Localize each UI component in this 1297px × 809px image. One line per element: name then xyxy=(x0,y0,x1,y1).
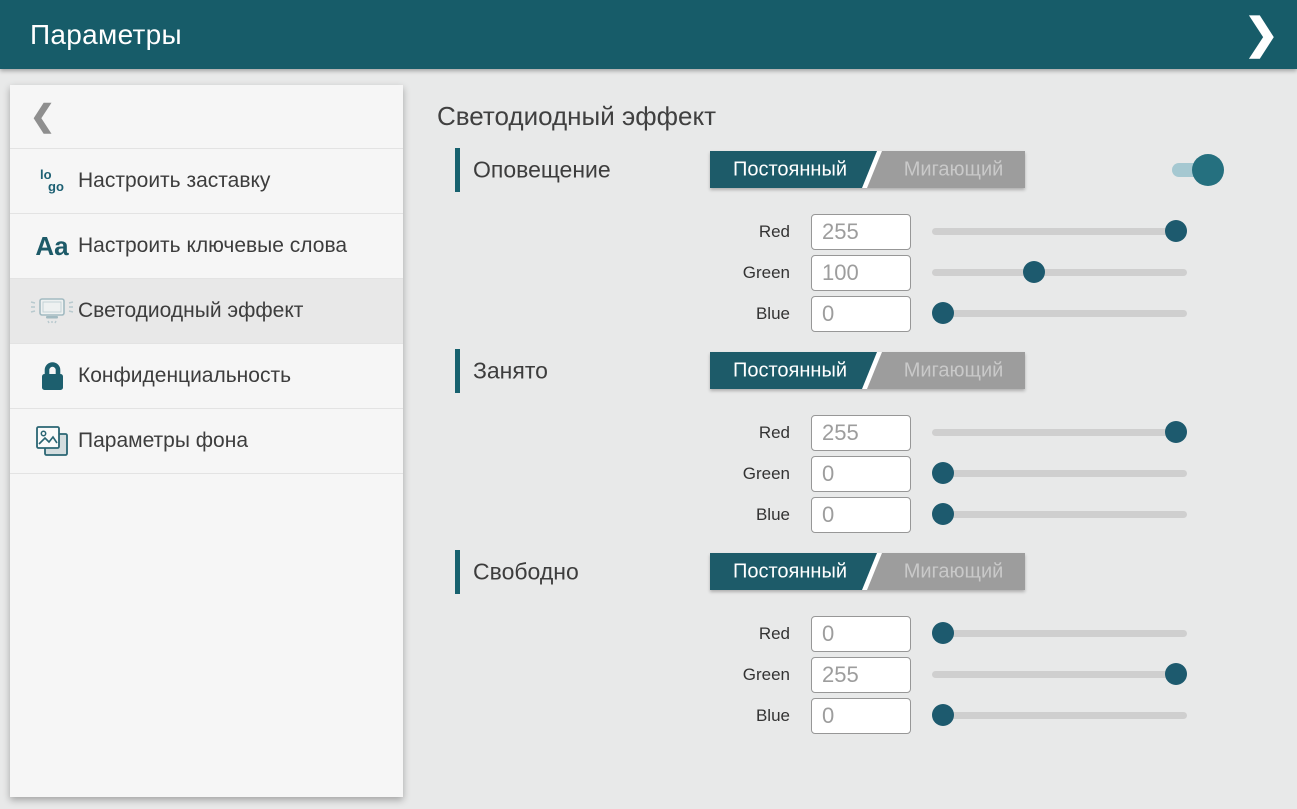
panel-title: Светодиодный эффект xyxy=(437,101,1297,133)
sidebar-back-button[interactable]: ❮ xyxy=(10,85,403,149)
blue-slider[interactable] xyxy=(932,511,1187,518)
settings-sidebar: ❮ logo Настроить заставку Aa Настроить к… xyxy=(10,85,403,797)
channel-label: Red xyxy=(690,222,790,242)
channel-label: Blue xyxy=(690,706,790,726)
mode-blinking-label[interactable]: Мигающий xyxy=(882,560,1025,583)
slider-thumb[interactable] xyxy=(1165,421,1187,443)
sidebar-item-label: Светодиодный эффект xyxy=(78,298,303,324)
blue-value-input[interactable] xyxy=(811,698,911,734)
led-display-icon xyxy=(26,295,78,327)
toggle-knob[interactable] xyxy=(1192,154,1224,186)
mode-constant-label[interactable]: Постоянный xyxy=(710,560,870,583)
mode-blinking-label[interactable]: Мигающий xyxy=(882,359,1025,382)
slider-thumb[interactable] xyxy=(1165,220,1187,242)
rgb-row-red: Red xyxy=(437,415,1297,451)
mode-segmented-control: Постоянный Мигающий xyxy=(710,553,1025,590)
channel-label: Green xyxy=(690,665,790,685)
section-label: Занято xyxy=(473,358,548,385)
section-label: Оповещение xyxy=(473,157,611,184)
rgb-row-green: Green xyxy=(437,456,1297,492)
green-value-input[interactable] xyxy=(811,657,911,693)
mode-segmented-control: Постоянный Мигающий xyxy=(710,352,1025,389)
section-accent-bar xyxy=(455,349,460,393)
mode-constant-label[interactable]: Постоянный xyxy=(710,158,870,181)
channel-label: Blue xyxy=(690,304,790,324)
rgb-row-blue: Blue xyxy=(437,698,1297,734)
rgb-row-red: Red xyxy=(437,616,1297,652)
page-title: Параметры xyxy=(30,19,182,51)
rgb-row-green: Green xyxy=(437,657,1297,693)
red-slider[interactable] xyxy=(932,228,1187,235)
rgb-row-red: Red xyxy=(437,214,1297,250)
slider-thumb[interactable] xyxy=(1165,663,1187,685)
section-accent-bar xyxy=(455,148,460,192)
section-busy: Занято Постоянный Мигающий Red Green xyxy=(437,349,1297,533)
led-effect-panel: Светодиодный эффект Оповещение Постоянны… xyxy=(437,85,1297,739)
section-notification: Оповещение Постоянный Мигающий Red Green xyxy=(437,148,1297,332)
sidebar-item-keywords[interactable]: Aa Настроить ключевые слова xyxy=(10,214,403,279)
red-value-input[interactable] xyxy=(811,415,911,451)
mode-constant-label[interactable]: Постоянный xyxy=(710,359,870,382)
blue-value-input[interactable] xyxy=(811,296,911,332)
chevron-left-icon: ❮ xyxy=(30,102,55,132)
slider-thumb[interactable] xyxy=(932,503,954,525)
slider-thumb[interactable] xyxy=(932,462,954,484)
mode-blinking-label[interactable]: Мигающий xyxy=(882,158,1025,181)
red-value-input[interactable] xyxy=(811,214,911,250)
green-value-input[interactable] xyxy=(811,456,911,492)
channel-label: Green xyxy=(690,263,790,283)
sidebar-item-label: Параметры фона xyxy=(78,428,248,454)
logo-icon: logo xyxy=(26,169,78,193)
sidebar-item-led-effect[interactable]: Светодиодный эффект xyxy=(10,279,403,344)
collapse-panel-icon[interactable]: ❯ xyxy=(1244,13,1279,55)
channel-label: Green xyxy=(690,464,790,484)
sidebar-item-label: Настроить заставку xyxy=(78,168,270,194)
sidebar-item-privacy[interactable]: Конфиденциальность xyxy=(10,344,403,409)
blue-slider[interactable] xyxy=(932,712,1187,719)
slider-thumb[interactable] xyxy=(932,302,954,324)
green-slider[interactable] xyxy=(932,671,1187,678)
slider-thumb[interactable] xyxy=(932,622,954,644)
red-value-input[interactable] xyxy=(811,616,911,652)
background-images-icon xyxy=(26,424,78,459)
green-value-input[interactable] xyxy=(811,255,911,291)
section-accent-bar xyxy=(455,550,460,594)
rgb-row-blue: Blue xyxy=(437,296,1297,332)
blue-value-input[interactable] xyxy=(811,497,911,533)
keywords-icon: Aa xyxy=(26,231,78,262)
slider-thumb[interactable] xyxy=(1023,261,1045,283)
rgb-row-green: Green xyxy=(437,255,1297,291)
lock-icon xyxy=(26,360,78,392)
green-slider[interactable] xyxy=(932,470,1187,477)
sidebar-item-label: Настроить ключевые слова xyxy=(78,233,347,259)
slider-thumb[interactable] xyxy=(932,704,954,726)
notification-power-toggle[interactable] xyxy=(1172,163,1218,177)
sidebar-item-splash-screen[interactable]: logo Настроить заставку xyxy=(10,149,403,214)
app-header: Параметры ❯ xyxy=(0,0,1297,69)
green-slider[interactable] xyxy=(932,269,1187,276)
mode-segmented-control: Постоянный Мигающий xyxy=(710,151,1025,188)
sidebar-item-background[interactable]: Параметры фона xyxy=(10,409,403,474)
channel-label: Red xyxy=(690,423,790,443)
section-free: Свободно Постоянный Мигающий Red Green xyxy=(437,550,1297,734)
red-slider[interactable] xyxy=(932,630,1187,637)
blue-slider[interactable] xyxy=(932,310,1187,317)
section-label: Свободно xyxy=(473,559,579,586)
channel-label: Red xyxy=(690,624,790,644)
channel-label: Blue xyxy=(690,505,790,525)
sidebar-item-label: Конфиденциальность xyxy=(78,363,291,389)
rgb-row-blue: Blue xyxy=(437,497,1297,533)
red-slider[interactable] xyxy=(932,429,1187,436)
